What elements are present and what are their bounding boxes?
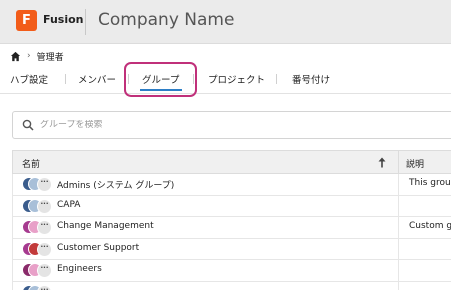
tab-separator: [276, 74, 277, 84]
highlight-annotation: [124, 62, 197, 97]
table-row[interactable]: ···: [12, 281, 451, 290]
more-members-icon: ···: [37, 263, 52, 278]
member-avatars: ···: [22, 198, 62, 214]
groups-table: 名前 説明 ··· Admins (システム グループ) This grou ··· C…: [12, 150, 451, 290]
app-name: Fusion: [43, 13, 84, 26]
more-members-icon: ···: [37, 198, 52, 214]
member-avatars: ···: [22, 177, 62, 192]
more-members-icon: ···: [37, 284, 52, 290]
search-icon: [22, 119, 34, 131]
tab-separator: [65, 74, 66, 84]
column-divider: [398, 151, 399, 175]
group-name[interactable]: CAPA: [57, 200, 80, 210]
group-name[interactable]: Customer Support: [57, 243, 139, 253]
tab-hub-settings[interactable]: ハブ設定: [10, 72, 48, 86]
column-divider: [398, 217, 399, 238]
group-description: This grou: [409, 178, 451, 188]
group-name[interactable]: Change Management: [57, 221, 154, 231]
search-box[interactable]: [12, 111, 451, 139]
column-divider: [398, 174, 399, 195]
chevron-right-icon: ›: [27, 51, 31, 61]
more-members-icon: ···: [37, 241, 52, 257]
home-icon[interactable]: [10, 51, 21, 62]
column-divider: [398, 260, 399, 281]
tab-bar: ハブ設定 メンバー グループ プロジェクト 番号付け: [0, 66, 451, 94]
sort-ascending-icon[interactable]: [378, 157, 386, 168]
breadcrumb-current: 管理者: [36, 52, 64, 63]
group-description: Custom g: [409, 221, 451, 231]
group-name[interactable]: Admins (システム グループ): [57, 178, 174, 191]
search-input[interactable]: [40, 120, 340, 130]
group-name[interactable]: Engineers: [57, 264, 102, 274]
member-avatars: ···: [22, 220, 62, 235]
member-avatars: ···: [22, 241, 62, 257]
table-header: 名前 説明: [12, 150, 451, 175]
tab-projects[interactable]: プロジェクト: [208, 72, 265, 86]
member-avatars: ···: [22, 284, 62, 290]
company-name: Company Name: [98, 10, 235, 30]
column-header-name[interactable]: 名前: [22, 157, 40, 170]
breadcrumb: › 管理者: [10, 49, 64, 63]
column-divider: [398, 281, 399, 290]
table-row[interactable]: ··· Customer Support: [12, 238, 451, 260]
tab-members[interactable]: メンバー: [78, 72, 116, 86]
table-row[interactable]: ··· Admins (システム グループ) This grou: [12, 174, 451, 196]
table-row[interactable]: ··· CAPA: [12, 195, 451, 217]
more-members-icon: ···: [37, 177, 52, 192]
table-row[interactable]: ··· Change Management Custom g: [12, 217, 451, 239]
table-row[interactable]: ··· Engineers: [12, 260, 451, 282]
header-divider: [85, 9, 86, 35]
tab-numbering[interactable]: 番号付け: [292, 72, 330, 86]
member-avatars: ···: [22, 263, 62, 278]
more-members-icon: ···: [37, 220, 52, 235]
app-header: F Fusion Company Name: [0, 0, 451, 44]
column-divider: [398, 238, 399, 259]
fusion-logo: F: [16, 10, 37, 31]
column-header-description[interactable]: 説明: [406, 157, 424, 170]
column-divider: [398, 195, 399, 216]
